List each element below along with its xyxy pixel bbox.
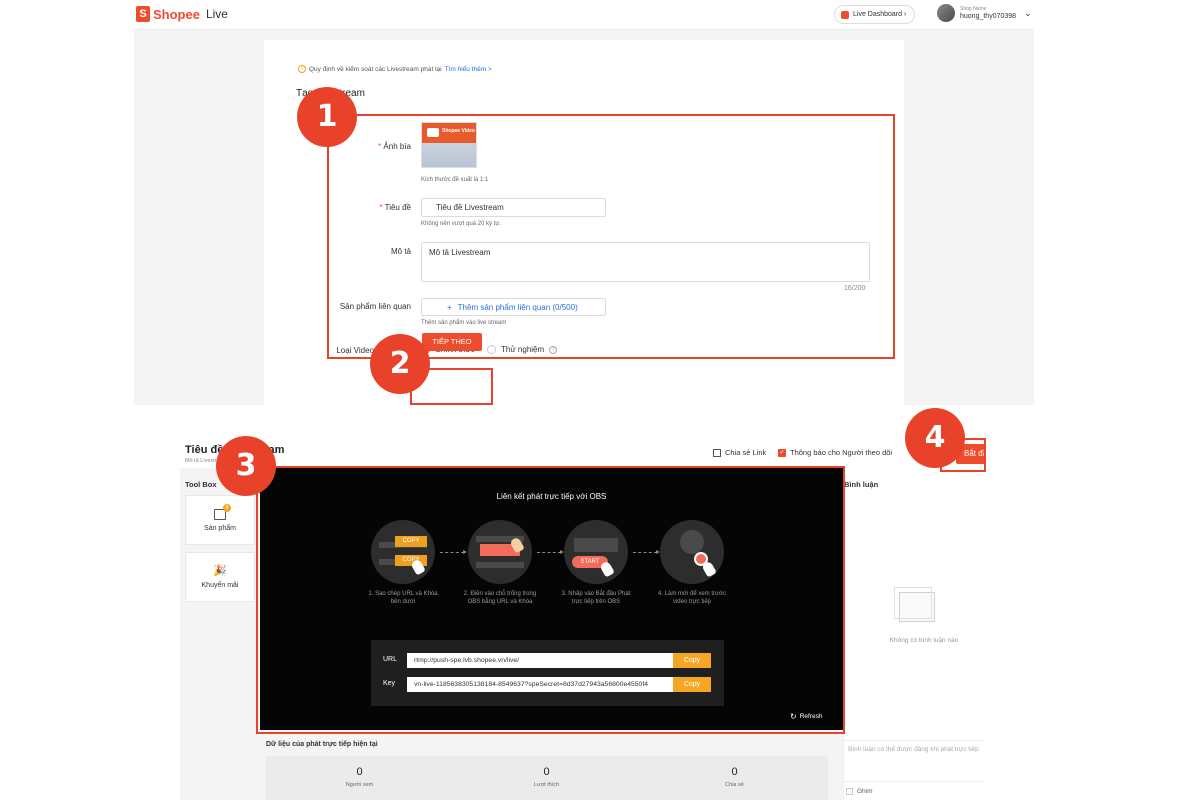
notify-followers-checkbox[interactable]: ✓ Thông báo cho Người theo dõi bbox=[778, 448, 892, 457]
live-stats: 0 Người xem 0 Lượt thích 0 Chia sẻ bbox=[266, 756, 828, 800]
step-badge-4: 4 bbox=[905, 408, 965, 468]
dashboard-icon bbox=[841, 10, 849, 19]
notice-text: Quy định về kiểm soát các Livestream phá… bbox=[309, 65, 442, 73]
external-link-icon bbox=[713, 448, 721, 457]
stat-label: Lượt thích bbox=[533, 782, 560, 788]
stat-likes: 0 Lượt thích bbox=[453, 766, 640, 788]
live-dashboard-label: Live Dashboard › bbox=[853, 11, 907, 18]
share-link-label: Chia sẻ Link bbox=[725, 448, 767, 457]
empty-comments-icon bbox=[894, 587, 935, 622]
step-badge-2: 2 bbox=[370, 334, 430, 394]
toolbox-products[interactable]: 0 Sản phẩm bbox=[185, 495, 255, 545]
count-badge: 0 bbox=[223, 503, 231, 512]
brand-name: Shopee bbox=[153, 6, 200, 22]
share-link-button[interactable]: Chia sẻ Link bbox=[713, 448, 766, 457]
info-icon: i bbox=[298, 65, 306, 73]
step-badge-3: 3 bbox=[216, 436, 276, 496]
shopee-bag-icon: S bbox=[136, 6, 150, 22]
checkbox-icon bbox=[846, 788, 853, 795]
shop-name-label: Shop Name bbox=[960, 6, 987, 12]
stat-viewers: 0 Người xem bbox=[266, 766, 453, 788]
party-popper-icon: 🎉 bbox=[213, 565, 227, 577]
live-dashboard-button[interactable]: Live Dashboard › bbox=[834, 5, 916, 24]
highlight-form-fields bbox=[327, 114, 895, 359]
shopee-live-logo[interactable]: S Shopee Live bbox=[136, 6, 228, 22]
replay-policy-notice: i Quy định về kiểm soát các Livestream p… bbox=[298, 65, 492, 73]
checkbox-checked-icon: ✓ bbox=[778, 448, 786, 457]
stat-shares: 0 Chia sẻ bbox=[641, 766, 828, 788]
toolbox-title: Tool Box bbox=[185, 480, 217, 489]
stat-label: Chia sẻ bbox=[725, 782, 744, 788]
brand-product: Live bbox=[205, 7, 228, 21]
step-badge-1: 1 bbox=[297, 87, 357, 147]
toolbox-promotions[interactable]: 🎉 Khuyến mãi bbox=[185, 552, 255, 602]
stream-header: Tiêu đề Livestream Mô tả Livestream Chia… bbox=[180, 438, 984, 468]
toolbox-products-label: Sản phẩm bbox=[204, 524, 236, 532]
stat-label: Người xem bbox=[345, 782, 374, 788]
tutorial-composite: S Shopee Live Live Dashboard › Shop Name… bbox=[0, 0, 1200, 800]
user-menu[interactable]: Shop Name huong_thy070398 ⌄ bbox=[937, 4, 1032, 22]
chevron-down-icon: ⌄ bbox=[1024, 7, 1032, 18]
toolbox-promotions-label: Khuyến mãi bbox=[201, 582, 239, 589]
stat-value: 0 bbox=[543, 766, 550, 778]
notify-followers-label: Thông báo cho Người theo dõi bbox=[790, 448, 893, 457]
learn-more-link[interactable]: Tìm hiểu thêm > bbox=[445, 66, 492, 73]
live-stats-title: Dữ liệu của phát trực tiếp hiện tại bbox=[266, 741, 378, 748]
pin-checkbox[interactable]: Ghim bbox=[846, 788, 873, 795]
pin-label: Ghim bbox=[857, 788, 873, 795]
empty-comments-text: Không có bình luận nào bbox=[889, 637, 959, 644]
shopping-bag-icon: 0 bbox=[214, 503, 231, 520]
stat-value: 0 bbox=[731, 766, 738, 778]
comment-input[interactable]: Bình luận có thể được đăng khi phát trực… bbox=[844, 740, 984, 782]
top-navbar: S Shopee Live Live Dashboard › Shop Name… bbox=[134, 0, 1034, 30]
username: huong_thy070398 bbox=[960, 13, 1017, 20]
comments-panel: Bình luận Không có bình luận nào Bình lu… bbox=[843, 468, 984, 800]
highlight-obs-panel bbox=[256, 466, 845, 734]
stat-value: 0 bbox=[356, 766, 363, 778]
comments-title: Bình luận bbox=[844, 480, 879, 489]
avatar bbox=[937, 4, 955, 22]
